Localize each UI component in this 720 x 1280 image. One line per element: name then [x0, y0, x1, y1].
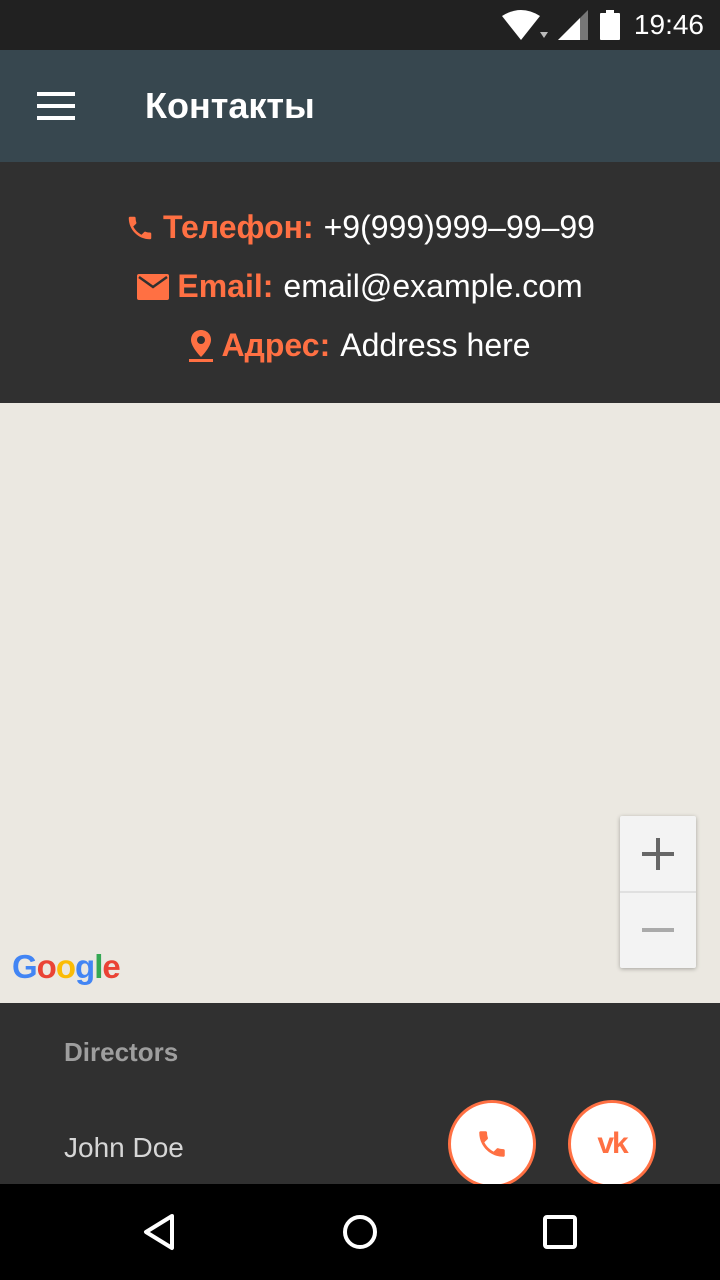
- zoom-in-button[interactable]: [620, 816, 696, 892]
- map[interactable]: Google: [0, 403, 720, 1003]
- contact-address-row[interactable]: Адрес: Address here: [189, 316, 531, 375]
- vk-icon: vk: [597, 1127, 628, 1160]
- home-button[interactable]: [320, 1192, 400, 1272]
- vk-button[interactable]: vk: [568, 1100, 656, 1188]
- back-button[interactable]: [120, 1192, 200, 1272]
- recents-icon: [543, 1215, 577, 1249]
- zoom-controls: [620, 816, 696, 968]
- contact-email-row[interactable]: Email: email@example.com: [137, 257, 583, 316]
- menu-icon: [37, 92, 75, 120]
- mail-icon: [137, 273, 170, 300]
- phone-icon: [125, 213, 155, 243]
- home-icon: [343, 1215, 377, 1249]
- plus-icon: [642, 838, 674, 870]
- phone-icon: [479, 1131, 505, 1157]
- phone-value[interactable]: +9(999)999–99–99: [324, 209, 595, 246]
- signal-icon: [557, 10, 590, 40]
- email-label: Email:: [177, 268, 274, 304]
- wifi-icon: [501, 10, 548, 40]
- director-name: John Doe: [64, 1132, 184, 1163]
- page-title: Контакты: [145, 85, 315, 126]
- phone-label: Телефон:: [163, 209, 314, 245]
- zoom-out-button[interactable]: [620, 892, 696, 968]
- directors-heading: Directors: [64, 1037, 179, 1067]
- battery-icon: [599, 10, 620, 40]
- status-bar: 19:46: [0, 0, 720, 50]
- back-icon: [144, 1214, 174, 1250]
- location-pin-icon: [189, 329, 214, 362]
- navigation-bar: [0, 1184, 720, 1280]
- directors-section: Directors John Doe vk: [0, 1003, 720, 1188]
- call-director-button[interactable]: [448, 1100, 536, 1188]
- minus-icon: [642, 928, 674, 932]
- contact-info: Телефон: +9(999)999–99–99 Email: email@e…: [0, 162, 720, 403]
- google-logo: Google: [12, 948, 121, 985]
- recents-button[interactable]: [520, 1192, 600, 1272]
- app-bar: Контакты: [0, 50, 720, 162]
- contact-phone-row[interactable]: Телефон: +9(999)999–99–99: [125, 198, 595, 257]
- menu-button[interactable]: [0, 50, 112, 162]
- address-value: Address here: [340, 327, 531, 363]
- status-time: 19:46: [633, 9, 704, 40]
- address-label: Адрес:: [221, 327, 331, 363]
- zoom-divider: [620, 891, 696, 893]
- email-value[interactable]: email@example.com: [283, 268, 582, 305]
